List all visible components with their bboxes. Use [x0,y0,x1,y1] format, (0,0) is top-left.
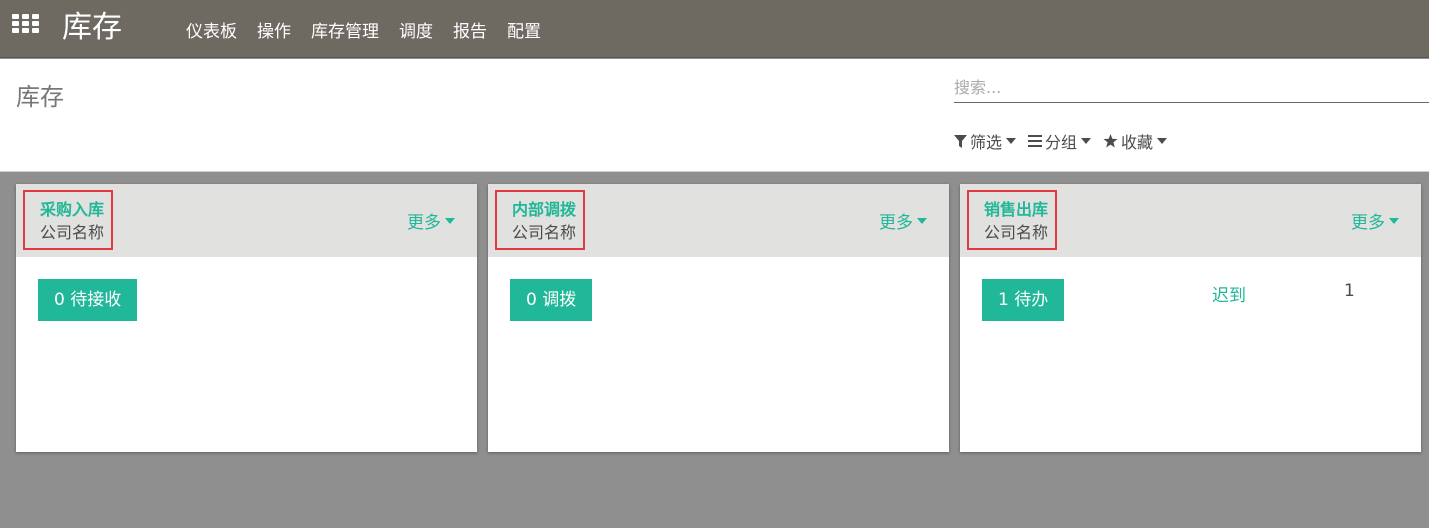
main-menu: 仪表板 操作 库存管理 调度 报告 配置 [176,0,551,58]
caret-down-icon [1389,217,1399,224]
filters-label: 筛选 [970,133,1003,152]
app-brand[interactable]: 库存 [62,8,122,48]
filter-icon [954,134,967,148]
groupby-button[interactable]: 分组 [1028,129,1092,153]
search-input[interactable] [954,73,1429,103]
late-count[interactable]: 1 [1344,281,1355,301]
to-process-button[interactable]: 1 待办 [982,279,1065,321]
list-icon [1028,135,1043,147]
menu-item-operations[interactable]: 操作 [247,17,301,42]
card-title[interactable]: 销售出库 [984,199,1048,221]
caret-down-icon [445,217,455,224]
menu-item-configuration[interactable]: 配置 [497,17,551,42]
card-title[interactable]: 采购入库 [40,199,104,221]
star-icon [1103,134,1118,148]
menu-item-inventory-control[interactable]: 库存管理 [301,17,389,42]
operation-type-card-internal: 内部调拨 公司名称 更多 0 调拨 [488,184,949,452]
card-title[interactable]: 内部调拨 [512,199,576,221]
card-header: 销售出库 公司名称 更多 [960,184,1421,257]
company-name: 公司名称 [984,223,1049,242]
caret-down-icon [1006,138,1017,144]
card-title-box: 销售出库 公司名称 [967,190,1058,250]
more-label: 更多 [1351,213,1385,233]
card-title-box: 内部调拨 公司名称 [495,190,586,250]
apps-grid-icon[interactable] [12,14,39,34]
more-label: 更多 [879,213,913,233]
favorites-label: 收藏 [1121,133,1154,152]
more-dropdown[interactable]: 更多 [407,208,455,233]
search-options: 筛选 分组 收藏 [954,129,1168,153]
control-panel: 库存 筛选 分组 收藏 [0,59,1429,172]
menu-item-scheduling[interactable]: 调度 [389,17,443,42]
card-title-box: 采购入库 公司名称 [23,190,114,250]
more-dropdown[interactable]: 更多 [879,208,927,233]
favorites-button[interactable]: 收藏 [1103,129,1168,153]
more-dropdown[interactable]: 更多 [1351,208,1399,233]
company-name: 公司名称 [512,223,577,242]
more-label: 更多 [407,213,441,233]
card-header: 内部调拨 公司名称 更多 [488,184,949,257]
transfers-button[interactable]: 0 调拨 [510,279,593,321]
groupby-label: 分组 [1045,133,1078,152]
late-link[interactable]: 迟到 [1212,281,1246,306]
caret-down-icon [1157,138,1168,144]
to-receive-button[interactable]: 0 待接收 [38,279,138,321]
operation-type-card-delivery: 销售出库 公司名称 更多 1 待办 迟到 1 [960,184,1421,452]
menu-item-dashboard[interactable]: 仪表板 [176,17,247,42]
breadcrumb: 库存 [16,83,64,111]
caret-down-icon [917,217,927,224]
caret-down-icon [1081,138,1092,144]
main-navbar: 库存 仪表板 操作 库存管理 调度 报告 配置 [0,0,1429,58]
filters-button[interactable]: 筛选 [954,129,1017,153]
company-name: 公司名称 [40,223,105,242]
menu-item-reporting[interactable]: 报告 [443,17,497,42]
card-header: 采购入库 公司名称 更多 [16,184,477,257]
operation-type-card-receipts: 采购入库 公司名称 更多 0 待接收 [16,184,477,452]
